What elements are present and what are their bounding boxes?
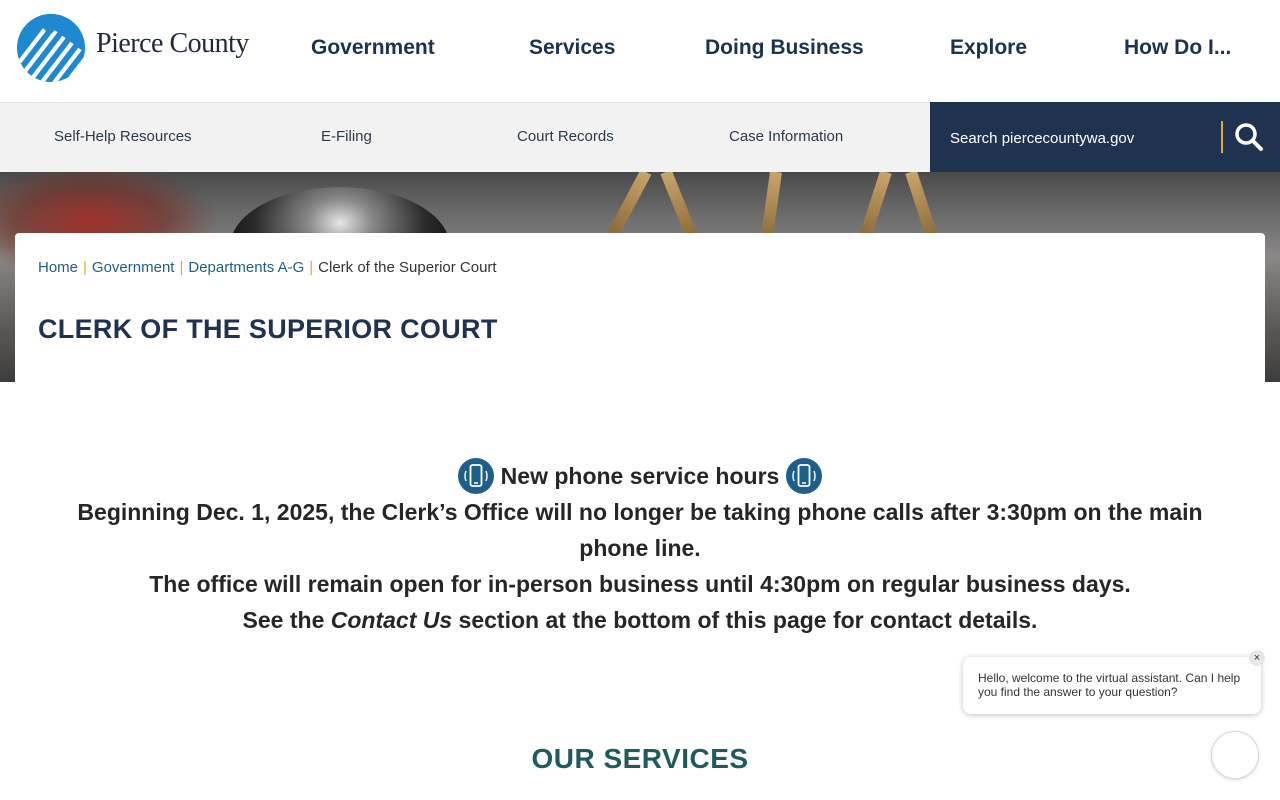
phone-icon	[457, 458, 494, 494]
nav-government[interactable]: Government	[311, 36, 435, 60]
notice-line-3-after: section at the bottom of this page for c…	[452, 607, 1038, 633]
search-bar	[930, 102, 1280, 172]
breadcrumb-home[interactable]: Home	[38, 259, 78, 276]
nav-doing-business[interactable]: Doing Business	[705, 36, 864, 60]
search-icon[interactable]	[1232, 120, 1266, 154]
nav-services[interactable]: Services	[529, 36, 615, 60]
notice-heading-text: New phone service hours	[500, 463, 780, 489]
notice-line-2: The office will remain open for in-perso…	[149, 571, 1131, 597]
breadcrumb-departments-a-g[interactable]: Departments A-G	[188, 259, 304, 276]
scale-leg	[760, 172, 782, 243]
scale-leg	[660, 172, 698, 240]
scale-leg	[905, 172, 939, 241]
subnav-e-filing[interactable]: E-Filing	[321, 128, 372, 145]
page-title: CLERK OF THE SUPERIOR COURT	[38, 314, 498, 344]
breadcrumb-separator: |	[83, 259, 87, 276]
chat-message-text: Hello, welcome to the virtual assistant.…	[978, 671, 1241, 699]
notice-line-1: Beginning Dec. 1, 2025, the Clerk’s Offi…	[77, 499, 1203, 561]
search-divider	[1221, 121, 1223, 153]
breadcrumb: Home | Government | Departments A-G | Clerk of…	[38, 259, 497, 276]
phone-icon	[786, 458, 823, 494]
subnav-self-help-resources[interactable]: Self-Help Resources	[54, 128, 192, 145]
notice-line-3: See the Contact Us section at the bottom…	[15, 602, 1265, 638]
scale-leg	[607, 172, 652, 237]
subnav-court-records[interactable]: Court Records	[517, 128, 614, 145]
content-card: Home | Government | Departments A-G | Clerk of…	[15, 233, 1265, 800]
virtual-assistant-message[interactable]: Hello, welcome to the virtual assistant.…	[963, 657, 1261, 714]
breadcrumb-separator: |	[179, 259, 184, 276]
site-header: Pierce County Government Services Doing …	[0, 0, 1280, 102]
notice-heading: New phone service hours	[15, 458, 1265, 494]
our-services-heading: OUR SERVICES	[531, 743, 749, 774]
chat-close-button[interactable]: ×	[1249, 650, 1265, 666]
breadcrumb-current: Clerk of the Superior Court	[318, 259, 497, 276]
phone-hours-notice: New phone service hours Beginning Dec. 1…	[15, 458, 1265, 638]
scale-leg	[858, 172, 892, 241]
main-navigation: Government Services Doing Business Explo…	[0, 36, 1280, 66]
nav-explore[interactable]: Explore	[950, 36, 1027, 60]
search-input[interactable]	[950, 124, 1210, 152]
subnav-case-information[interactable]: Case Information	[729, 128, 843, 145]
chat-launcher-button[interactable]	[1211, 731, 1259, 779]
department-subnav: Self-Help Resources E-Filing Court Recor…	[0, 102, 930, 172]
breadcrumb-government[interactable]: Government	[92, 259, 175, 276]
nav-how-do-i[interactable]: How Do I...	[1124, 36, 1231, 60]
breadcrumb-separator: |	[309, 259, 314, 276]
notice-line-3-before: See the	[242, 607, 331, 633]
contact-us-reference: Contact Us	[330, 607, 453, 633]
